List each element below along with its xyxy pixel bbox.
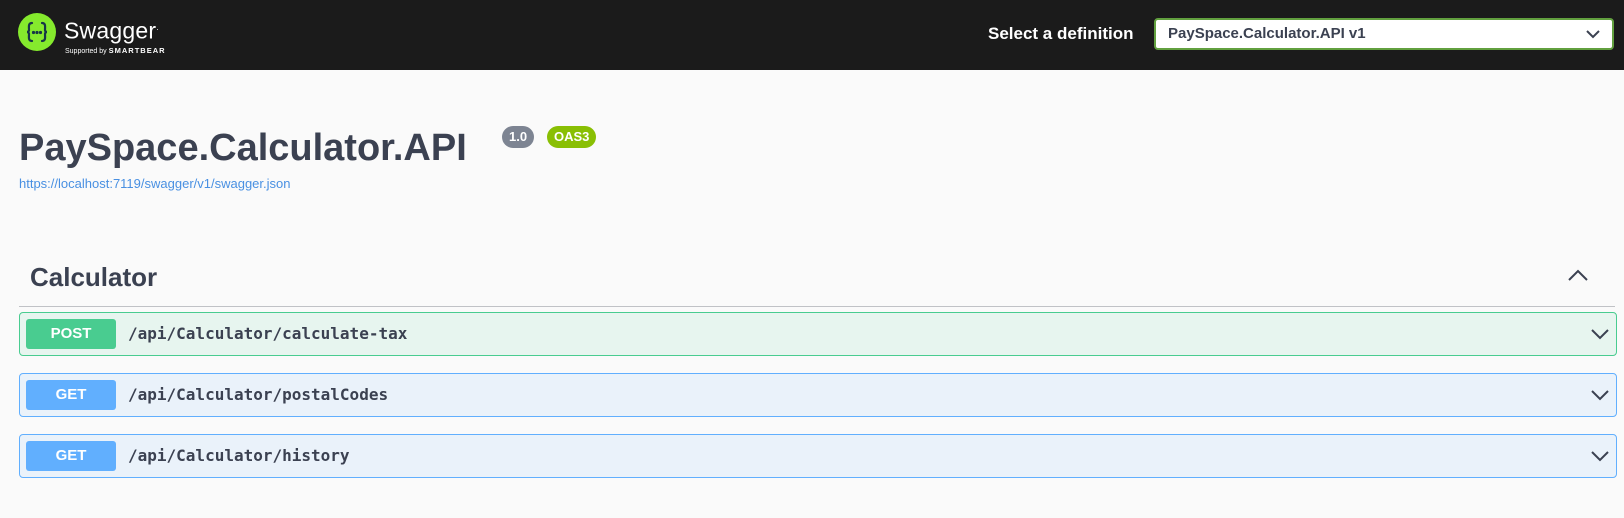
swagger-logo[interactable]: Swagger. Supported by SMARTBEAR <box>18 12 188 60</box>
operation-path: /api/Calculator/history <box>128 446 350 465</box>
method-badge: GET <box>26 441 116 471</box>
chevron-up-icon[interactable] <box>1567 268 1589 282</box>
operation-path: /api/Calculator/postalCodes <box>128 385 389 404</box>
api-title: PaySpace.Calculator.API <box>19 127 467 169</box>
method-badge: POST <box>26 319 116 349</box>
tag-title[interactable]: Calculator <box>30 262 157 292</box>
logo-sub-brand: SMARTBEAR <box>108 46 166 55</box>
logo-tm: . <box>156 23 159 32</box>
logo-name-text: Swagger <box>64 17 157 44</box>
definition-label: Select a definition <box>988 24 1134 43</box>
operation-block[interactable]: POST /api/Calculator/calculate-tax <box>19 312 1617 356</box>
logo-subtitle: Supported by SMARTBEAR <box>65 46 166 56</box>
topbar: Swagger. Supported by SMARTBEAR Select a… <box>0 0 1624 70</box>
operation-block[interactable]: GET /api/Calculator/postalCodes <box>19 373 1617 417</box>
method-badge: GET <box>26 380 116 410</box>
operation-path: /api/Calculator/calculate-tax <box>128 324 408 343</box>
version-badge: 1.0 <box>502 126 535 148</box>
chevron-down-icon[interactable] <box>1590 327 1610 341</box>
operation-block[interactable]: GET /api/Calculator/history <box>19 434 1617 478</box>
oas-badge: OAS3 <box>547 126 597 148</box>
logo-sub-prefix: Supported by <box>65 48 107 55</box>
definition-select[interactable]: PaySpace.Calculator.API v1 <box>1154 18 1614 50</box>
chevron-down-icon[interactable] <box>1590 449 1610 463</box>
swagger-braces-icon <box>18 13 56 51</box>
logo-name: Swagger. <box>64 15 159 44</box>
tag-divider <box>19 306 1615 307</box>
chevron-down-icon[interactable] <box>1590 388 1610 402</box>
chevron-down-icon <box>1586 30 1600 39</box>
spec-url-link[interactable]: https://localhost:7119/swagger/v1/swagge… <box>19 176 290 192</box>
definition-selected-value: PaySpace.Calculator.API v1 <box>1168 25 1366 42</box>
